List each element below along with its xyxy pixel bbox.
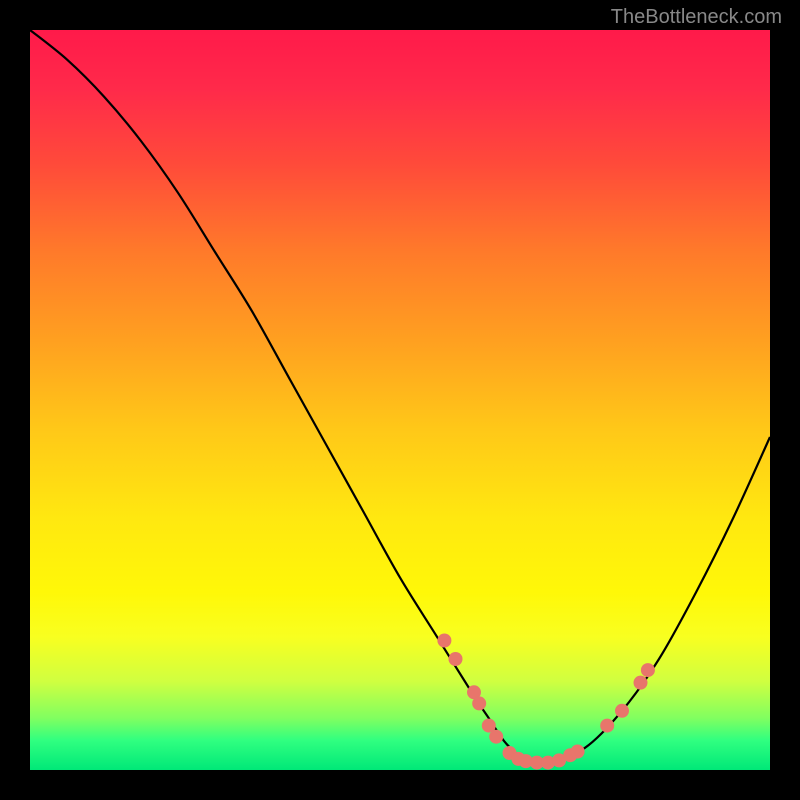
curve-marker	[634, 676, 648, 690]
curve-marker	[472, 696, 486, 710]
plot-area	[30, 30, 770, 770]
curve-markers	[437, 634, 655, 770]
curve-marker	[615, 704, 629, 718]
watermark-text: TheBottleneck.com	[611, 6, 782, 29]
bottleneck-curve	[30, 30, 770, 764]
curve-marker	[437, 634, 451, 648]
curve-marker	[600, 719, 614, 733]
chart-svg	[30, 30, 770, 770]
curve-marker	[571, 745, 585, 759]
curve-marker	[641, 663, 655, 677]
curve-marker	[449, 652, 463, 666]
curve-marker	[489, 730, 503, 744]
